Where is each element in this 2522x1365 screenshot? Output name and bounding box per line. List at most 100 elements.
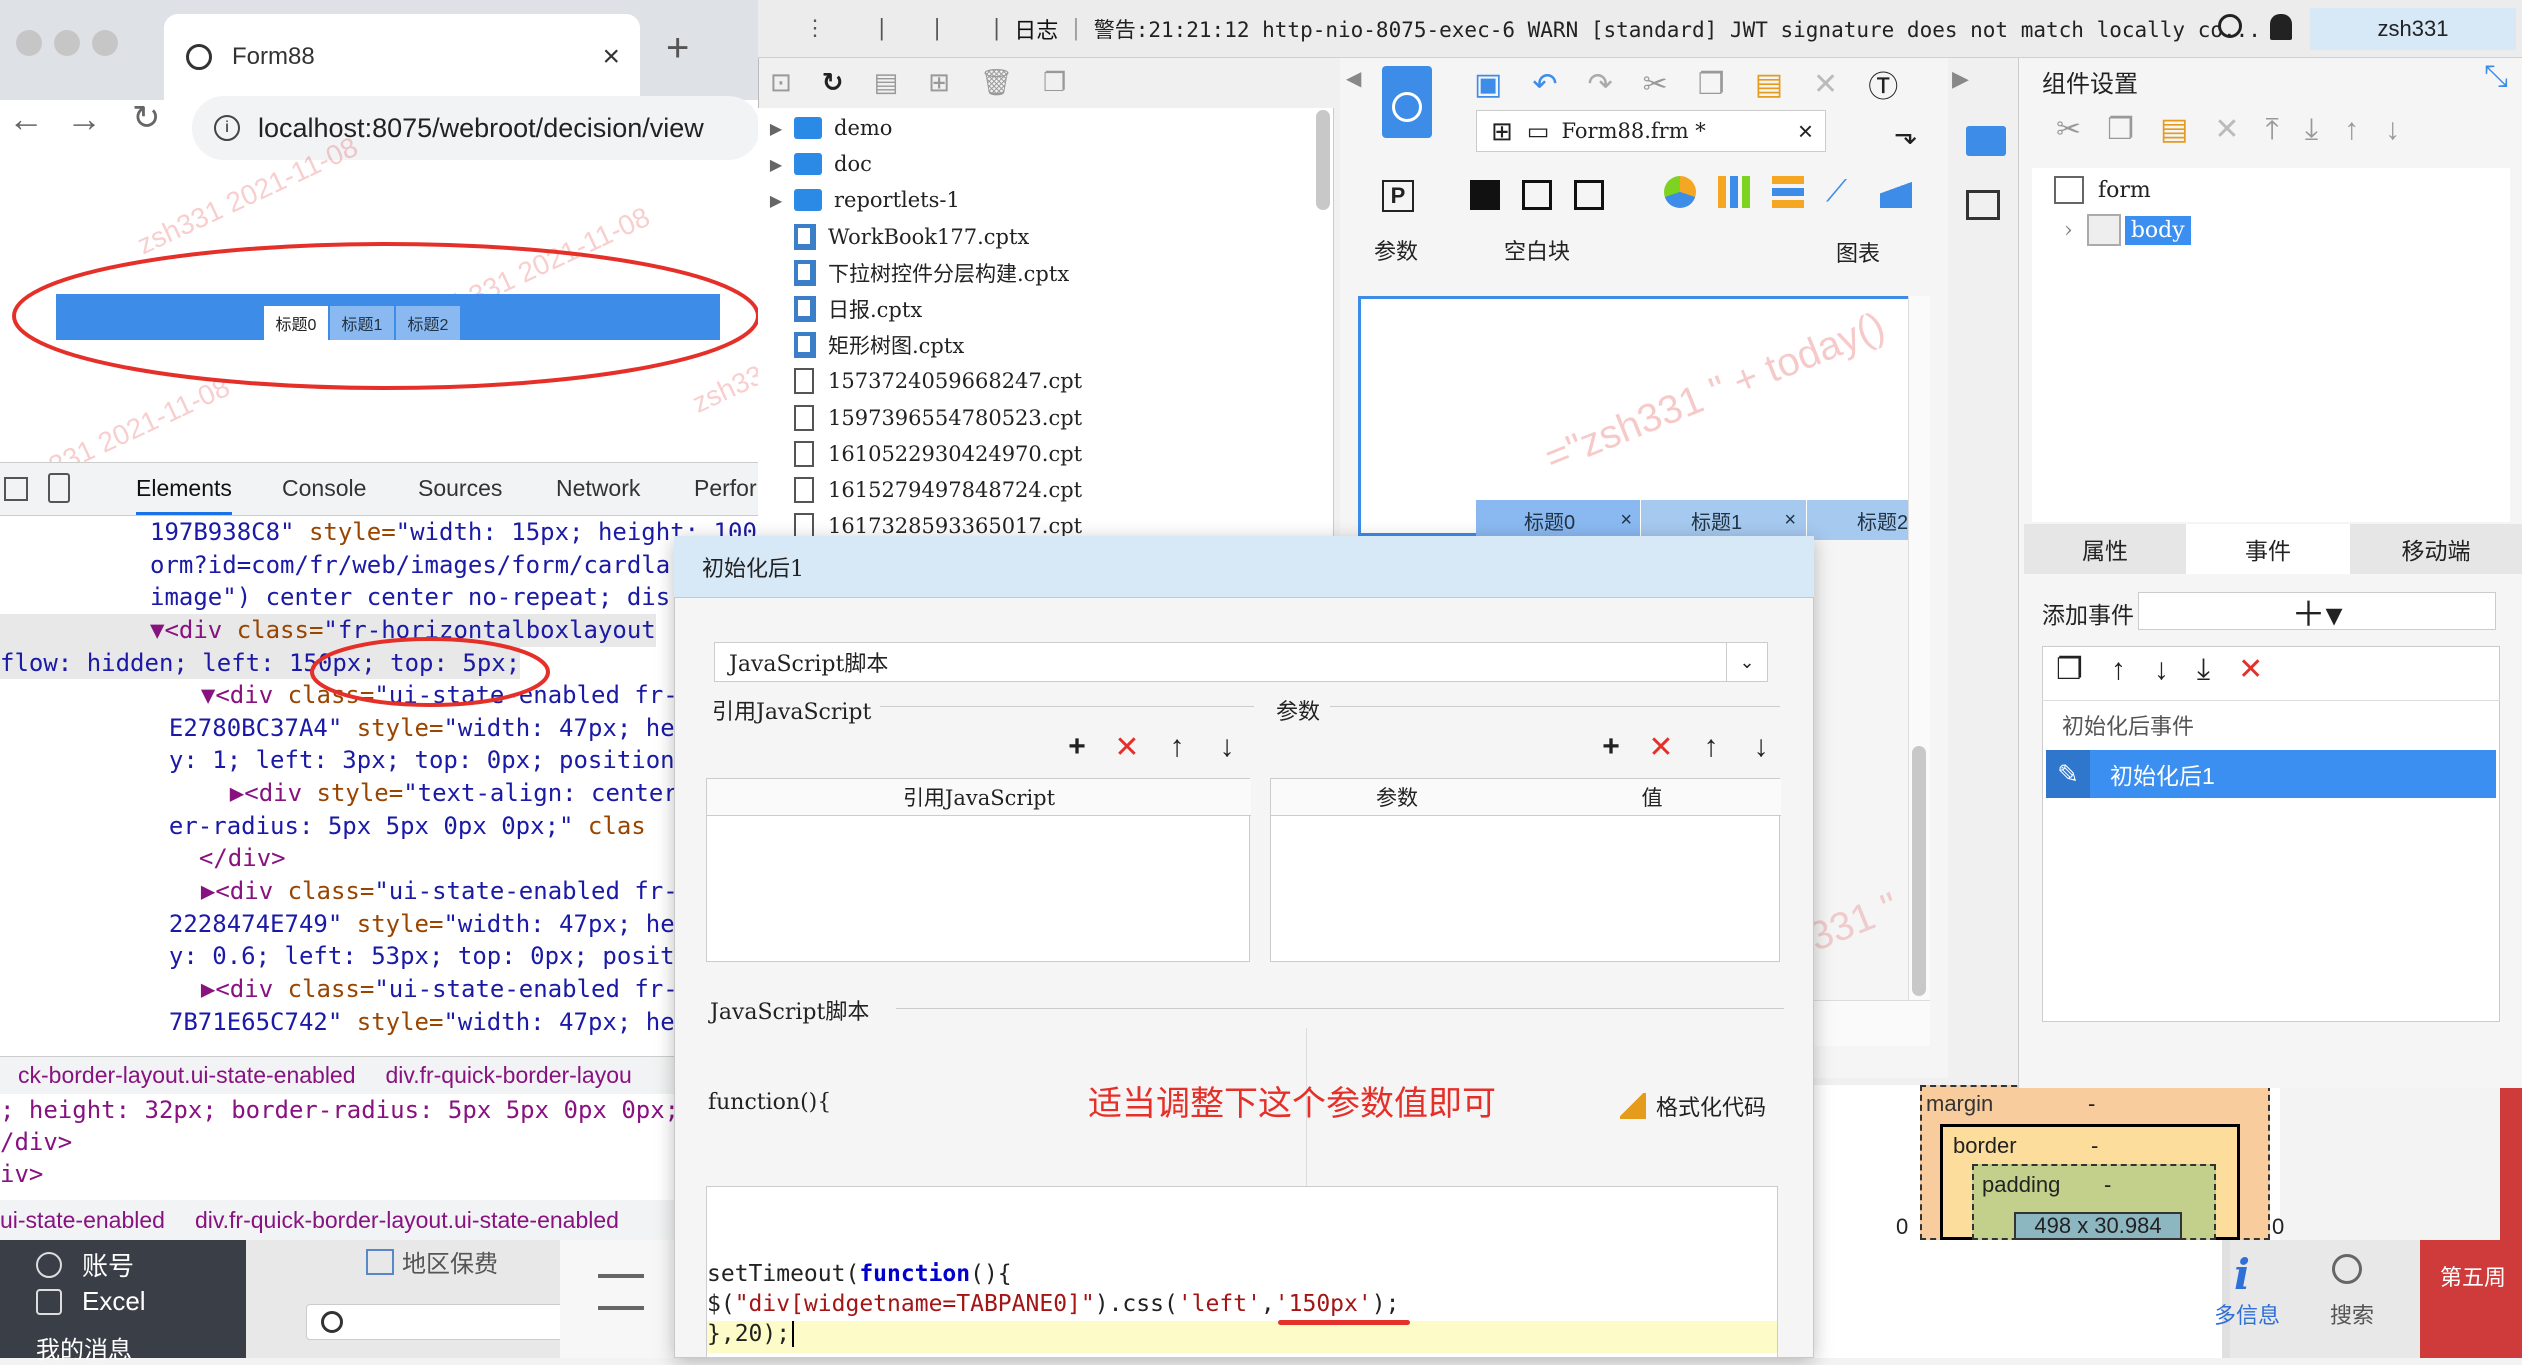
format-code-button[interactable]: 格式化代码 — [1620, 1090, 1766, 1122]
code-line[interactable]: E2780BC37A4" style="width: 47px; he — [0, 712, 675, 745]
text-widget-icon[interactable]: Ⓣ — [1868, 62, 1898, 106]
tree-item[interactable]: 日报.cptx — [758, 291, 922, 327]
sidebar-item-excel[interactable]: Excel — [36, 1286, 146, 1317]
devtools-tab-sources[interactable]: Sources — [418, 475, 502, 502]
file-icon[interactable]: ▤ — [874, 67, 899, 98]
add-event-button[interactable]: ＋▾ — [2138, 592, 2496, 634]
code-editor[interactable]: setTimeout(function(){ $("div[widgetname… — [706, 1186, 1778, 1358]
search-icon[interactable] — [2332, 1254, 2362, 1284]
widget-panel-icon[interactable] — [1966, 126, 2006, 156]
breadcrumb-item[interactable]: div.fr-quick-border-layout.ui-state-enab… — [195, 1207, 619, 1234]
expand-right-icon[interactable]: ▶ — [1952, 66, 2002, 106]
forward-icon[interactable]: → — [66, 98, 102, 140]
tree-item[interactable]: 1615279497848724.cpt — [758, 472, 1082, 508]
tree-item[interactable]: ▶ demo — [758, 110, 893, 146]
window-minimize-dot[interactable] — [54, 30, 80, 56]
save-icon[interactable]: ▣ — [1474, 67, 1502, 102]
tree-node-form[interactable]: form — [2054, 176, 2151, 204]
url-bar[interactable]: i localhost:8075/webroot/decision/view — [192, 96, 760, 160]
move-down-icon[interactable]: ↓ — [2385, 113, 2400, 147]
move-bottom-icon[interactable]: ⤓ — [2305, 113, 2318, 147]
move-up-icon[interactable]: ↑ — [2111, 653, 2126, 687]
breadcrumb-item[interactable]: ck-border-layout.ui-state-enabled — [18, 1062, 356, 1089]
new-folder-icon[interactable]: ⊡ — [770, 67, 792, 98]
canvas-hscroll[interactable] — [1814, 1000, 1930, 1046]
event-item[interactable]: ✎ 初始化后1 — [2046, 750, 2496, 798]
devtools-tab-console[interactable]: Console — [282, 475, 366, 502]
copy-icon[interactable]: ❐ — [1043, 67, 1066, 98]
code-line[interactable]: ▶<div class="ui-state-enabled fr-f — [0, 875, 692, 908]
delete-icon[interactable]: ✕ — [1112, 731, 1142, 764]
back-icon[interactable]: ← — [8, 98, 44, 140]
delete-icon[interactable]: 🗑 — [980, 67, 1013, 98]
file-tab[interactable]: ⊞ ▭ Form88.frm * × — [1476, 110, 1826, 152]
search-label[interactable]: 搜索 — [2330, 1298, 2374, 1330]
paste-icon[interactable]: ▤ — [2160, 112, 2188, 147]
move-down-icon[interactable]: ↓ — [1746, 730, 1776, 763]
browser-tab[interactable]: Form88 × — [164, 14, 640, 100]
move-up-icon[interactable]: ↑ — [1162, 730, 1192, 763]
code-line[interactable]: 7B71E65C742" style="width: 47px; he — [0, 1006, 675, 1039]
move-up-icon[interactable]: ↑ — [2344, 113, 2359, 147]
tree-item[interactable]: 下拉树控件分层构建.cptx — [758, 255, 1069, 291]
delete-icon[interactable]: ✕ — [2214, 112, 2239, 147]
week-badge[interactable]: 第五周 — [2420, 1240, 2522, 1358]
move-down-icon[interactable]: ↓ — [1212, 730, 1242, 763]
line-chart-icon[interactable]: ⟋ — [1826, 176, 1858, 208]
canvas-tab-2[interactable]: 标题2 — [1806, 500, 1912, 540]
window-zoom-dot[interactable] — [92, 30, 118, 56]
hamburger-icon[interactable] — [598, 1274, 644, 1310]
search-icon[interactable] — [2218, 14, 2242, 38]
event-type-select[interactable]: JavaScript脚本 ⌄ — [714, 642, 1768, 682]
hbar-chart-icon[interactable] — [1772, 176, 1804, 208]
close-icon[interactable]: × — [1784, 509, 1796, 532]
code-line[interactable]: ▶<div style="text-align: center; — [0, 777, 692, 810]
expand-icon[interactable]: ⤡ — [2484, 60, 2508, 94]
user-name[interactable]: zsh331 — [2310, 8, 2516, 50]
tab-mobile[interactable]: 移动端 — [2350, 524, 2522, 574]
device-toolbar-icon[interactable] — [48, 473, 70, 503]
tree-item[interactable]: WorkBook177.cptx — [758, 219, 1029, 255]
code-line[interactable]: y: 1; left: 3px; top: 0px; position — [0, 744, 675, 777]
info-icon[interactable]: i — [2234, 1250, 2250, 1299]
code-line[interactable]: er-radius: 5px 5px 0px 0px;" clas — [0, 810, 646, 843]
copy-icon[interactable]: ❐ — [2056, 652, 2083, 687]
tab-properties[interactable]: 属性 — [2024, 524, 2186, 574]
bar-chart-icon[interactable] — [1718, 176, 1750, 208]
area-chart-icon[interactable] — [1880, 176, 1912, 208]
redo-icon[interactable]: ↷ — [1588, 67, 1613, 102]
tree-node-body[interactable]: › body — [2064, 214, 2191, 246]
arrow-down-icon[interactable]: ⬎ — [1894, 118, 1917, 151]
copy-icon[interactable]: ❐ — [1698, 67, 1725, 102]
canvas-tab-1[interactable]: 标题1 × — [1640, 500, 1804, 540]
expand-arrow-icon[interactable]: ▶ — [758, 191, 794, 210]
dialog-title-bar[interactable]: 初始化后1 — [674, 536, 1814, 598]
bell-icon[interactable] — [2270, 14, 2292, 40]
tree-scrollbar[interactable] — [1316, 110, 1330, 210]
reload-icon[interactable]: ↻ — [132, 98, 161, 138]
move-bottom-icon[interactable]: ⤓ — [2197, 653, 2210, 687]
undo-icon[interactable]: ↶ — [1532, 67, 1557, 102]
devtools-tab-performance[interactable]: Perfor — [694, 475, 757, 502]
param-widget-icon[interactable]: P — [1382, 180, 1414, 212]
add-icon[interactable]: + — [1596, 730, 1626, 763]
tree-item[interactable]: ▶ doc — [758, 146, 872, 182]
tab-events[interactable]: 事件 — [2186, 524, 2350, 574]
grid-layout-icon[interactable] — [1574, 180, 1604, 210]
close-icon[interactable]: × — [1620, 509, 1632, 532]
window-close-dot[interactable] — [16, 30, 42, 56]
clear-icon[interactable]: ✕ — [1813, 67, 1838, 102]
delete-icon[interactable]: ✕ — [1646, 731, 1676, 764]
tree-item[interactable]: ▶ reportlets-1 — [758, 182, 960, 218]
move-top-icon[interactable]: ⤒ — [2266, 113, 2279, 147]
canvas-tab-0[interactable]: 标题0 × — [1476, 500, 1640, 540]
info-label[interactable]: 多信息 — [2214, 1298, 2280, 1330]
sidebar-item-account[interactable]: 账号 — [36, 1246, 134, 1283]
form-widget-icon[interactable] — [1382, 66, 1432, 138]
cut-icon[interactable]: ✂ — [1643, 67, 1668, 102]
lock-icon[interactable]: ⊞ — [928, 67, 950, 98]
block-icon[interactable] — [1470, 180, 1500, 210]
tree-item[interactable]: 1597396554780523.cpt — [758, 400, 1082, 436]
code-line[interactable]: </div> — [0, 842, 286, 875]
expand-arrow-icon[interactable]: ▶ — [758, 155, 794, 174]
